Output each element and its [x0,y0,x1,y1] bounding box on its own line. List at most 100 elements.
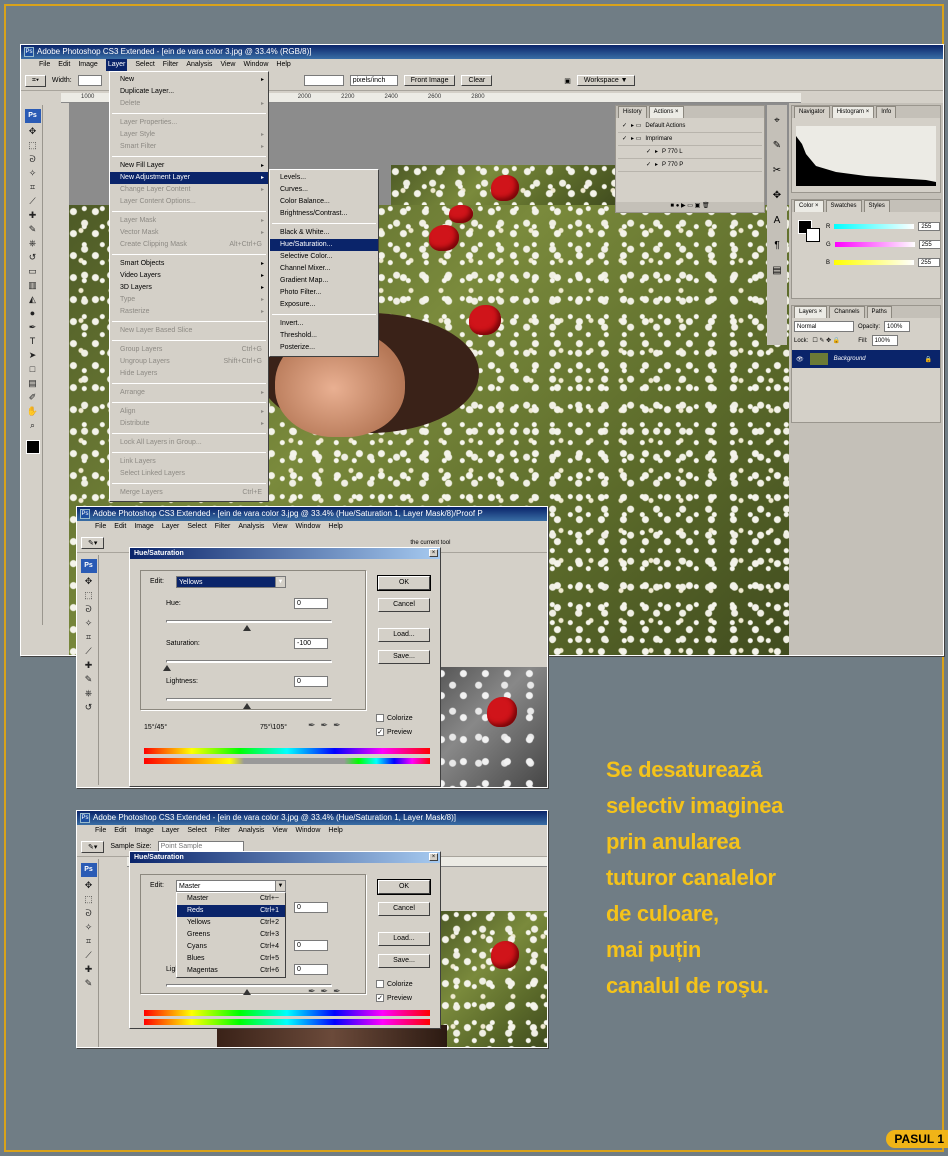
close-icon[interactable]: × [429,853,438,861]
hue-slider[interactable] [166,620,332,631]
cancel-button[interactable]: Cancel [378,902,430,916]
workspace-button[interactable]: Workspace ▼ [576,75,635,86]
colorize-checkbox[interactable]: Colorize [376,714,413,722]
menu-window[interactable]: Window [295,521,320,533]
move-tool-icon[interactable]: ✥ [83,880,95,891]
preview-box[interactable]: ✓ [376,728,384,736]
menu-edit[interactable]: Edit [114,825,126,837]
slice-tool-icon[interactable]: ⟋ [83,950,95,961]
blend-mode-select[interactable]: Normal [794,321,854,332]
crop-tool-icon[interactable]: ⌗ [27,182,39,193]
saturation-slider[interactable] [163,660,332,671]
edit-channel-select[interactable]: Master ▼ [176,880,286,892]
menu-layer[interactable]: Layer [162,521,180,533]
lightness-slider[interactable] [166,698,332,709]
zoom-tool-icon[interactable]: ⌕ [27,420,39,431]
clone-stamp-icon[interactable]: ⎈ [83,688,95,699]
lightness-field[interactable]: 0 [294,676,328,687]
clone-dock-icon[interactable]: ✥ [773,190,781,201]
eyedropper-tool-icon[interactable]: ✐ [27,392,39,403]
menu-window[interactable]: Window [295,825,320,837]
action-row[interactable]: ✓ ▸ P 770 P [618,159,762,172]
adjustment-menu-item[interactable]: Posterize... [270,342,378,354]
colorize-checkbox[interactable]: Colorize [376,980,413,988]
tab-color[interactable]: Color × [794,200,824,212]
tab-layers[interactable]: Layers × [794,306,828,318]
eyedropper-icon[interactable]: ✒ [308,986,316,997]
eyedropper-preset-button[interactable]: ✎▾ [81,536,105,549]
menu-edit[interactable]: Edit [58,59,70,71]
action-row[interactable]: ✓ ▸ P 770 L [618,146,762,159]
adjustment-menu-item[interactable]: Curves... [270,184,378,196]
adjustment-menu-item[interactable]: Levels... [270,172,378,184]
saturation-slider-thumb[interactable] [163,665,171,671]
brush-tool-icon[interactable]: ✎ [83,978,95,989]
menu-file[interactable]: File [95,521,106,533]
dodge-tool-icon[interactable]: ● [27,308,39,319]
hue-slider-thumb[interactable] [243,625,251,631]
ok-button[interactable]: OK [377,879,431,895]
channel-option-item[interactable]: Greens Ctrl+3 [177,929,285,941]
tab-paths[interactable]: Paths [866,306,892,318]
preview-box[interactable]: ✓ [376,994,384,1002]
channel-option-item[interactable]: Reds Ctrl+1 [177,905,285,917]
adjustment-menu-item[interactable]: Black & White... [270,227,378,239]
slice-tool-icon[interactable]: ⟋ [83,646,95,657]
checkmark-icon[interactable]: ✓ [622,120,627,132]
eye-icon[interactable]: 👁 [796,356,804,363]
menu-analysis[interactable]: Analysis [238,521,264,533]
load-button[interactable]: Load... [378,628,430,642]
brush-dock-icon[interactable]: ✎ [773,140,781,151]
menu-view[interactable]: View [272,825,287,837]
menu-file[interactable]: File [39,59,50,71]
checkmark-icon[interactable]: ✓ [622,133,627,145]
layer-menu-item[interactable]: New Fill Layer ▸ [110,160,268,172]
ok-button[interactable]: OK [377,575,431,591]
menu-select[interactable]: Select [187,825,206,837]
type-tool-icon[interactable]: T [27,336,39,347]
menu-filter[interactable]: Filter [215,825,231,837]
menu-view[interactable]: View [272,521,287,533]
blur-tool-icon[interactable]: ◭ [27,294,39,305]
layer-menu-item[interactable]: 3D Layers ▸ [110,282,268,294]
menu-analysis[interactable]: Analysis [238,825,264,837]
healing-brush-icon[interactable]: ✚ [27,210,39,221]
colorize-box[interactable] [376,980,384,988]
navigator-dock-icon[interactable]: ⌖ [774,115,780,126]
notes-tool-icon[interactable]: ▤ [27,378,39,389]
background-swatch[interactable] [806,228,820,242]
menu-analysis[interactable]: Analysis [186,59,212,71]
tab-channels[interactable]: Channels [829,306,865,318]
menu-image[interactable]: Image [78,59,97,71]
hand-tool-icon[interactable]: ✋ [27,406,39,417]
tab-styles[interactable]: Styles [863,200,890,212]
eyedropper-preset-button[interactable]: ✎▾ [81,840,105,853]
lightness-slider-thumb[interactable] [243,989,251,995]
load-button[interactable]: Load... [378,932,430,946]
channel-option-item[interactable]: Yellows Ctrl+2 [177,917,285,929]
save-button[interactable]: Save... [378,650,430,664]
menu-help[interactable]: Help [328,521,342,533]
eyedropper-plus-icon[interactable]: ✒ [321,986,329,997]
history-brush-icon[interactable]: ↺ [27,252,39,263]
lightness-slider-thumb[interactable] [243,703,251,709]
path-select-icon[interactable]: ➤ [27,350,39,361]
lasso-tool-icon[interactable]: ᘐ [83,604,95,615]
lightness-field[interactable]: 0 [294,964,328,975]
channel-value-field[interactable]: 255 [918,222,940,231]
healing-brush-icon[interactable]: ✚ [83,964,95,975]
channel-option-item[interactable]: Cyans Ctrl+4 [177,941,285,953]
crop-tool-icon[interactable]: ⌗ [83,632,95,643]
width-field[interactable] [77,75,102,86]
magic-wand-icon[interactable]: ✧ [83,922,95,933]
channel-option-item[interactable]: Master Ctrl+~ [177,893,285,905]
menu-help[interactable]: Help [276,59,290,71]
close-icon[interactable]: × [429,549,438,557]
preview-checkbox[interactable]: ✓ Preview [376,728,412,736]
character-dock-icon[interactable]: A [774,215,781,226]
saturation-field[interactable]: 0 [294,940,328,951]
menu-edit[interactable]: Edit [114,521,126,533]
paragraph-dock-icon[interactable]: ¶ [774,240,779,251]
adjustment-menu-item[interactable]: Color Balance... [270,196,378,208]
action-row[interactable]: ✓ ▸ ▭ Default Actions [618,120,762,133]
